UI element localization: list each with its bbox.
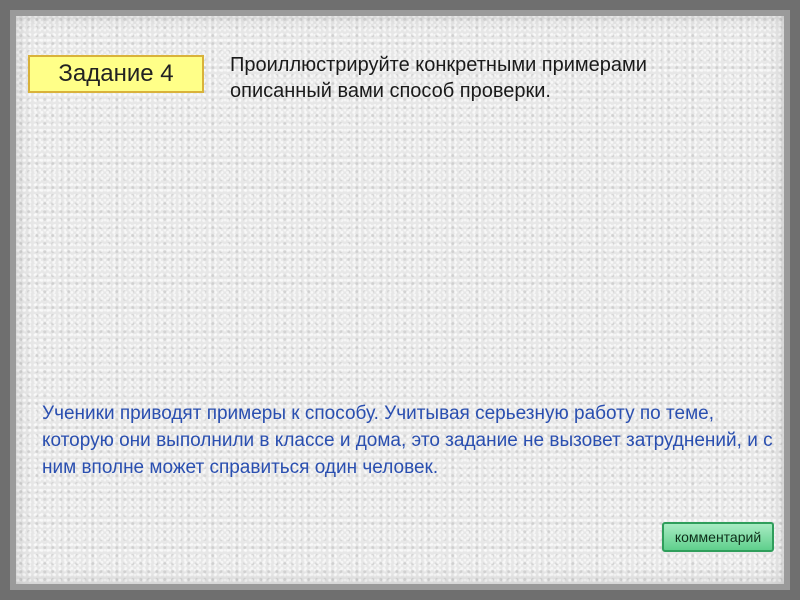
comment-button[interactable]: комментарий <box>662 522 774 552</box>
task-number-label: Задание 4 <box>28 55 204 93</box>
answer-text: Ученики приводят примеры к способу. Учит… <box>42 403 773 478</box>
task-prompt: Проиллюстрируйте конкретными примерами о… <box>230 54 647 102</box>
